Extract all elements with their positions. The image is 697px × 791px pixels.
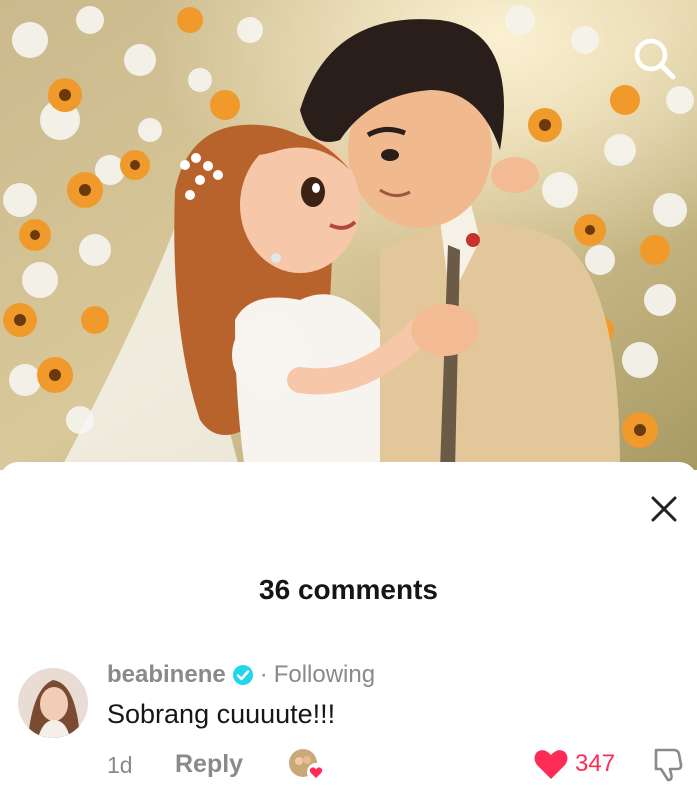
comment-text: Sobrang cuuuute!!! [107,699,336,729]
search-button[interactable] [629,33,679,83]
meta-separator: · [259,661,268,688]
comment-count-title: 36 comments [259,574,438,605]
reply-button[interactable]: Reply [175,750,243,779]
avatar-image [18,668,88,738]
verified-badge-icon [232,665,253,685]
dislike-button[interactable] [650,745,686,783]
heart-icon [534,750,568,779]
comment-meta: beabinene · Following [107,660,375,690]
close-icon [651,496,677,522]
video-frame[interactable] [0,0,697,470]
like-button[interactable]: 347 [533,747,615,781]
avatar[interactable] [18,668,88,738]
creator-avatar-heart-icon [289,749,325,781]
follow-status: Following [273,661,376,688]
like-count: 347 [575,750,616,777]
dislike-icon [654,748,683,782]
close-button[interactable] [645,490,683,528]
comment-username[interactable]: beabinene [107,661,226,689]
creator-liked-badge [288,748,328,782]
comment-timestamp: 1d [107,752,133,778]
comments-sheet: 36 comments beabinene · Following Sobran… [0,462,697,791]
search-icon [634,38,676,80]
wedding-illustration [0,0,697,470]
